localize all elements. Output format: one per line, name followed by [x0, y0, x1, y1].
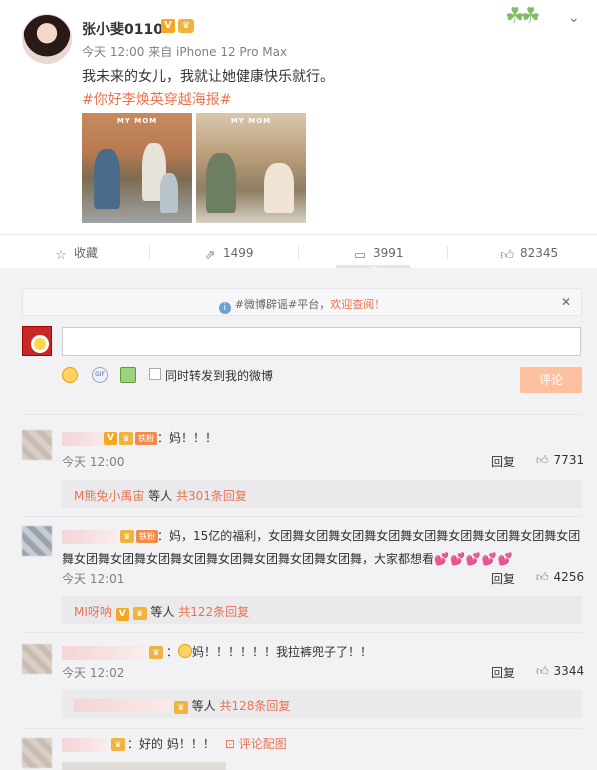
view-replies-link[interactable]: 共301条回复 [176, 489, 247, 503]
thumbs-up-icon: 👍︎ [536, 570, 549, 584]
favorite-button[interactable]: ☆ 收藏 [54, 240, 98, 266]
star-icon: ☆ [55, 248, 67, 263]
sub-reply-user[interactable]: MI呀呐 [74, 605, 112, 619]
thumbs-up-icon: 👍︎ [536, 664, 549, 678]
comment-text-line-2: 舞女团舞女团舞女团舞女团舞女团舞女团舞女团舞女团舞，大家都想看💕💕💕💕💕 [62, 552, 514, 566]
commenter-name-blurred[interactable] [62, 530, 118, 544]
hearts-emoji: 💕💕💕💕💕 [434, 552, 514, 566]
fan-badge: 铁粉 [136, 530, 158, 543]
divider [22, 728, 582, 729]
divider [22, 414, 582, 415]
like-button[interactable]: 👍︎ 82345 [500, 240, 558, 266]
divider [22, 516, 582, 517]
sub-reply-user[interactable]: M熊兔小禹宙 [74, 489, 144, 503]
crying-emoji-icon [178, 644, 193, 658]
image-label: MY MOM [116, 117, 158, 125]
separator [149, 246, 150, 260]
comment-text: ：妈！！！！！！我拉裤兜子了！！ [166, 644, 373, 659]
comment-time: 今天 12:02 [62, 666, 125, 680]
sub-replies-box[interactable]: ♛ 等人 共128条回复 [62, 690, 582, 718]
repost-icon: ⇗ [204, 248, 216, 263]
image-label: MY MOM [230, 117, 272, 125]
repost-checkbox-label: 同时转发到我的微博 [165, 369, 274, 383]
thumbs-up-icon: 👍︎ [536, 453, 549, 467]
vip-crown-icon: ♛ [120, 530, 134, 543]
fan-badge: 铁粉 [135, 432, 157, 445]
author-avatar[interactable] [22, 14, 72, 64]
comment-image-thumbnail[interactable] [62, 762, 226, 770]
author-name[interactable]: 张小斐0110 [82, 19, 163, 39]
info-icon: i [218, 302, 231, 314]
divider [0, 234, 597, 235]
vip-crown-icon: ♛ [132, 607, 147, 620]
close-icon[interactable]: ✕ [561, 295, 571, 309]
post-meta: 今天 12:00 来自 iPhone 12 Pro Max [82, 45, 288, 59]
view-replies-link[interactable]: 共122条回复 [178, 605, 249, 619]
notice-link[interactable]: 欢迎查阅！ [330, 298, 385, 311]
comment-text: ：好的 妈！！！ ⊡ 评论配图 [127, 737, 287, 751]
commenter-avatar[interactable] [22, 526, 52, 556]
image-upload-icon[interactable] [120, 367, 136, 383]
comment-time: 今天 12:01 [62, 572, 125, 586]
verified-icon: V [104, 432, 117, 445]
comment-like-button[interactable]: 👍︎ 3344 [536, 664, 584, 679]
action-bar: ☆ 收藏 ⇗ 1499 ▭ 3991 👍︎ 82345 [0, 240, 597, 266]
reply-button[interactable]: 回复 [491, 570, 515, 587]
sub-replies-box[interactable]: M熊兔小禹宙 等人 共301条回复 [62, 480, 582, 508]
repost-button[interactable]: ⇗ 1499 [203, 240, 254, 266]
view-replies-link[interactable]: 共128条回复 [219, 699, 290, 713]
emoji-icon[interactable] [62, 367, 78, 383]
comment-icon: ▭ [353, 248, 367, 263]
repost-checkbox[interactable] [149, 368, 161, 380]
comment-text: ：妈！！！ [157, 431, 218, 445]
verified-icon: V [161, 19, 175, 33]
comment-image-link[interactable]: ⊡ 评论配图 [225, 737, 287, 751]
post-image-1[interactable]: MY MOM [82, 113, 192, 223]
comment-input[interactable] [62, 327, 581, 356]
comment-like-button[interactable]: 👍︎ 4256 [536, 570, 584, 585]
post-image-2[interactable]: MY MOM [196, 113, 306, 223]
weibo-post-card: 张小斐0110 V ♛ 今天 12:00 来自 iPhone 12 Pro Ma… [0, 0, 597, 770]
chevron-down-icon[interactable]: ⌄ [568, 10, 580, 26]
vip-crown-icon: ♛ [173, 701, 188, 714]
submit-comment-button[interactable]: 评论 [520, 367, 582, 393]
separator [447, 246, 448, 260]
sub-reply-user-blurred[interactable] [74, 699, 170, 712]
commenter-name-blurred[interactable] [62, 738, 108, 752]
my-avatar [22, 326, 52, 356]
notice-banner: i #微博辟谣#平台，欢迎查阅！ ✕ [22, 288, 582, 316]
vip-crown-icon: ♛ [149, 646, 163, 659]
divider [22, 632, 582, 633]
comment-section: i #微博辟谣#平台，欢迎查阅！ ✕ GIF 同时转发到我的微博 评论 V ♛ 铁… [0, 268, 597, 770]
comment-time: 今天 12:00 [62, 455, 125, 469]
clover-decoration-icon: ☘☘ [505, 4, 541, 29]
gif-icon[interactable]: GIF [92, 367, 108, 383]
commenter-avatar[interactable] [22, 738, 52, 768]
commenter-avatar[interactable] [22, 644, 52, 674]
commenter-name-blurred[interactable] [62, 646, 148, 660]
reply-button[interactable]: 回复 [491, 664, 515, 681]
thumbs-up-icon: 👍︎ [500, 248, 514, 263]
reply-button[interactable]: 回复 [491, 453, 515, 470]
comment-like-button[interactable]: 👍︎ 7731 [536, 453, 584, 468]
commenter-avatar[interactable] [22, 430, 52, 460]
vip-crown-icon: ♛ [119, 432, 133, 445]
separator [298, 246, 299, 260]
notice-text[interactable]: #微博辟谣#平台， [235, 298, 330, 311]
verified-icon: V [115, 608, 129, 621]
vip-crown-icon[interactable]: ♛ [178, 19, 194, 33]
vip-crown-icon: ♛ [111, 738, 125, 751]
topic-link[interactable]: #你好李焕英穿越海报# [82, 89, 231, 109]
comment-text-line-1: ：妈，15亿的福利，女团舞女团舞女团舞女团舞女团舞女团舞女团舞女团舞女团 [157, 529, 581, 543]
post-text: 我未来的女儿，我就让她健康快乐就行。 [82, 69, 334, 85]
sub-replies-box[interactable]: MI呀呐 V ♛ 等人 共122条回复 [62, 596, 582, 624]
